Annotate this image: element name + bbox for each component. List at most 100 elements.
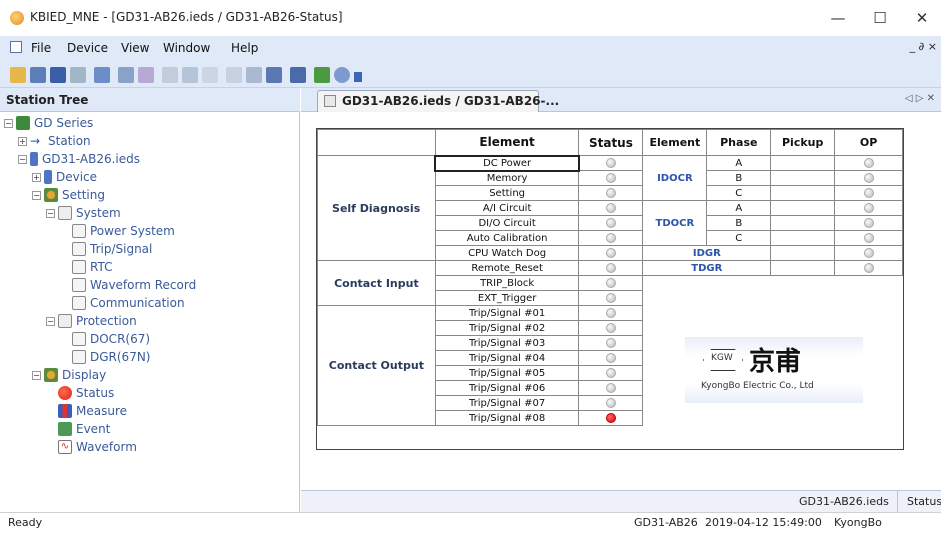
logo-company: KyongBo Electric Co., Ltd [701, 381, 814, 391]
record-icon[interactable] [182, 67, 198, 83]
tree-node-power-system[interactable]: Power System [4, 222, 196, 240]
wave-edit-icon[interactable] [266, 67, 282, 83]
tree-node-system[interactable]: − System [4, 204, 196, 222]
save-icon[interactable] [30, 67, 46, 83]
window-icon[interactable] [226, 67, 242, 83]
status-led [605, 322, 616, 333]
tree-node-gd-series[interactable]: − GD Series [4, 114, 196, 132]
wrench-icon [72, 242, 86, 256]
tree-node-setting[interactable]: − Setting [4, 186, 196, 204]
mdi-controls[interactable]: _ ∂ × [910, 40, 937, 53]
status-led-active [605, 412, 616, 423]
tree-node-ied-file[interactable]: − GD31-AB26.ieds [4, 150, 196, 168]
event-icon [58, 422, 72, 436]
menu-file[interactable]: File [31, 41, 51, 55]
element-cell: Trip/Signal #05 [434, 365, 580, 381]
op-led [863, 172, 874, 183]
tdgr-label: TDGR [642, 260, 772, 276]
status-led [605, 172, 616, 183]
op-led [863, 217, 874, 228]
op-led [863, 157, 874, 168]
tree-node-waveform[interactable]: ∿ Waveform [4, 438, 196, 456]
upload-icon[interactable] [118, 67, 134, 83]
status-led-cell [578, 305, 644, 321]
phase-cell: A [706, 200, 772, 216]
cancel-icon[interactable] [314, 67, 330, 83]
ied-file-icon [30, 152, 38, 166]
pickup-cell [770, 215, 836, 231]
tree-node-protection[interactable]: − Protection [4, 312, 196, 330]
tree-node-trip-signal[interactable]: Trip/Signal [4, 240, 196, 258]
element-cell[interactable]: DC Power [434, 154, 580, 172]
tree-icon[interactable] [94, 67, 110, 83]
tab-status-document[interactable]: GD31-AB26.ieds / GD31-AB26-... [317, 90, 559, 112]
element-cell: Trip/Signal #03 [434, 335, 580, 351]
phase-cell: C [706, 185, 772, 201]
tree-node-display[interactable]: − Display [4, 366, 196, 384]
phase-cell: B [706, 170, 772, 186]
element-cell: Trip/Signal #07 [434, 395, 580, 411]
menu-window[interactable]: Window [163, 41, 210, 55]
toolbar-overflow-icon[interactable] [354, 72, 362, 82]
monitor-icon[interactable] [290, 67, 306, 83]
close-button[interactable]: ✕ [908, 6, 936, 30]
status-led-cell [578, 275, 644, 291]
element-cell: DI/O Circuit [434, 215, 580, 231]
arrow-icon: → [30, 134, 41, 148]
network-icon[interactable] [70, 67, 86, 83]
element-cell: Trip/Signal #08 [434, 410, 580, 426]
menu-help[interactable]: Help [231, 41, 258, 55]
download-icon[interactable] [138, 67, 154, 83]
maximize-button[interactable]: ☐ [866, 6, 894, 30]
status-led [605, 247, 616, 258]
status-led-cell [578, 170, 644, 186]
list-icon[interactable] [202, 67, 218, 83]
tree-label: GD31-AB26.ieds [42, 152, 140, 166]
minimize-button[interactable]: — [824, 6, 852, 30]
idgr-label: IDGR [642, 245, 772, 261]
tree-node-device[interactable]: + Device [4, 168, 196, 186]
menu-view[interactable]: View [121, 41, 149, 55]
document-tab-strip: GD31-AB26.ieds / GD31-AB26-... ◁ ▷ ✕ [301, 88, 941, 112]
tree-node-docr[interactable]: DOCR(67) [4, 330, 196, 348]
company-logo: KGW 京甫 KyongBo Electric Co., Ltd [685, 337, 863, 403]
tree-node-rtc[interactable]: RTC [4, 258, 196, 276]
status-led [605, 382, 616, 393]
menu-device[interactable]: Device [67, 41, 108, 55]
doc-system-icon[interactable] [10, 41, 22, 53]
series-icon [16, 116, 30, 130]
help-icon[interactable] [334, 67, 350, 83]
tree-node-station[interactable]: + → Station [4, 132, 196, 150]
status-led [605, 217, 616, 228]
header-element-2: Element [642, 129, 708, 156]
tree-node-dgr[interactable]: DGR(67N) [4, 348, 196, 366]
tool-icon[interactable] [162, 67, 178, 83]
tree-node-event[interactable]: Event [4, 420, 196, 438]
op-led-cell [834, 245, 903, 261]
tab-navigation[interactable]: ◁ ▷ ✕ [905, 93, 935, 104]
wrench-folder-icon [58, 314, 72, 328]
tree-node-measure[interactable]: Measure [4, 402, 196, 420]
tree-label: Communication [90, 296, 185, 310]
setting-icon [44, 188, 58, 202]
tree-label: Waveform [76, 440, 137, 454]
station-tree-header: Station Tree [0, 88, 300, 112]
status-led [605, 337, 616, 348]
waveform-icon: ∿ [58, 440, 72, 454]
wrench-icon [72, 260, 86, 274]
ready-text: Ready [8, 516, 43, 529]
tree-node-waveform-record[interactable]: Waveform Record [4, 276, 196, 294]
station-tree-title: Station Tree [6, 93, 89, 107]
open-icon[interactable] [10, 67, 26, 83]
tree-label: Status [76, 386, 115, 400]
station-tree: − GD Series + → Station − GD31-AB26.ieds + De… [0, 112, 300, 512]
tree-node-communication[interactable]: Communication [4, 294, 196, 312]
wrench-icon [72, 278, 86, 292]
status-led [605, 262, 616, 273]
document-status-bar: GD31-AB26.ieds Status [301, 490, 941, 513]
tree-node-status[interactable]: Status [4, 384, 196, 402]
connect-icon[interactable] [50, 67, 66, 83]
tree-label: Trip/Signal [90, 242, 153, 256]
element-cell: Trip/Signal #06 [434, 380, 580, 396]
wave-icon[interactable] [246, 67, 262, 83]
